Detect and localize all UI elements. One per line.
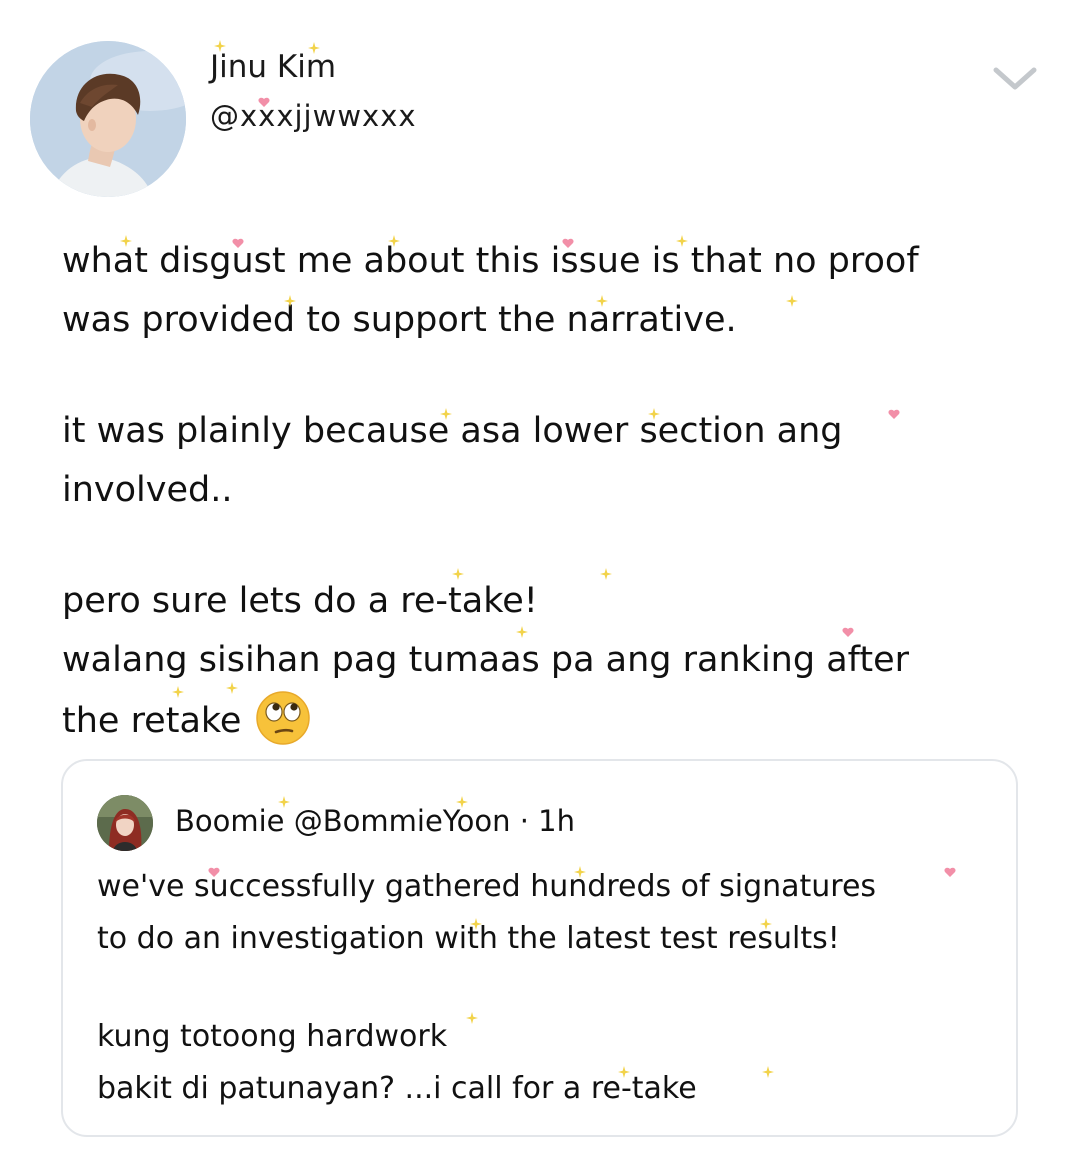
tweet-body: what disgust me about this issue is that… bbox=[62, 232, 1042, 749]
rolling-eyes-emoji-icon bbox=[256, 691, 311, 745]
sparkle-icon bbox=[456, 796, 468, 808]
sparkle-icon bbox=[214, 40, 226, 52]
sparkle-icon bbox=[308, 42, 320, 54]
sparkle-icon bbox=[226, 682, 238, 694]
quoted-author-avatar-image bbox=[97, 795, 153, 851]
sparkle-icon bbox=[278, 796, 290, 808]
quoted-text-line: to do an investigation with the latest t… bbox=[97, 921, 840, 956]
sparkle-icon bbox=[516, 626, 528, 638]
sparkle-icon bbox=[284, 295, 296, 307]
quoted-display-name[interactable]: Boomie bbox=[175, 804, 285, 838]
quoted-tweet-body: we've successfully gathered hundreds of … bbox=[97, 861, 997, 1115]
quoted-tweet-card[interactable]: Boomie @BommieYoon · 1h we've successful… bbox=[61, 759, 1018, 1137]
paragraph-break bbox=[62, 520, 1042, 572]
tweet-text-line: involved.. bbox=[62, 470, 233, 510]
sparkle-icon bbox=[470, 918, 482, 930]
paragraph-break bbox=[62, 350, 1042, 402]
sparkle-icon bbox=[466, 1012, 478, 1024]
author-avatar-image bbox=[30, 41, 186, 197]
author-avatar[interactable] bbox=[30, 41, 186, 197]
tweet-text-line: was provided to support the narrative. bbox=[62, 300, 737, 340]
sparkle-icon bbox=[120, 235, 132, 247]
sparkle-icon bbox=[762, 1066, 774, 1078]
tweet-text-line: what disgust me about this issue is that… bbox=[62, 241, 919, 281]
sparkle-icon bbox=[440, 408, 452, 420]
sparkle-icon bbox=[388, 235, 400, 247]
tweet-text-line-with-emoji: the retake bbox=[62, 690, 1042, 749]
sparkle-icon bbox=[172, 686, 184, 698]
sparkle-icon bbox=[600, 568, 612, 580]
sparkle-icon bbox=[618, 1066, 630, 1078]
chevron-down-icon[interactable] bbox=[990, 60, 1040, 96]
sparkle-icon bbox=[676, 235, 688, 247]
quoted-tweet-header: Boomie @BommieYoon · 1h bbox=[175, 801, 575, 841]
tweet-text-last: the retake bbox=[62, 701, 242, 741]
quoted-separator: · bbox=[519, 804, 529, 838]
heart-icon bbox=[258, 97, 270, 107]
quoted-text-line: we've successfully gathered hundreds of … bbox=[97, 869, 877, 904]
heart-icon bbox=[888, 409, 900, 419]
sparkle-icon bbox=[760, 918, 772, 930]
heart-icon bbox=[842, 627, 854, 637]
sparkle-icon bbox=[786, 295, 798, 307]
sparkle-icon bbox=[452, 568, 464, 580]
quoted-text-line: bakit di patunayan? ...i call for a re-t… bbox=[97, 1071, 697, 1106]
heart-icon bbox=[944, 867, 956, 877]
sparkle-icon bbox=[648, 408, 660, 420]
sparkle-icon bbox=[574, 866, 586, 878]
heart-icon bbox=[208, 867, 220, 877]
paragraph-break bbox=[97, 965, 997, 1011]
tweet-text-line: pero sure lets do a re-take! bbox=[62, 581, 538, 621]
quoted-timestamp[interactable]: 1h bbox=[538, 804, 575, 838]
author-handle[interactable]: @xxxjjwwxxx bbox=[210, 96, 417, 136]
sparkle-icon bbox=[596, 295, 608, 307]
heart-icon bbox=[232, 238, 244, 248]
quoted-text-line: kung totoong hardwork bbox=[97, 1019, 448, 1054]
quoted-handle[interactable]: @BommieYoon bbox=[294, 804, 511, 838]
heart-icon bbox=[562, 238, 574, 248]
quoted-author-avatar[interactable] bbox=[97, 795, 153, 851]
tweet-text-line: walang sisihan pag tumaas pa ang ranking… bbox=[62, 640, 909, 680]
